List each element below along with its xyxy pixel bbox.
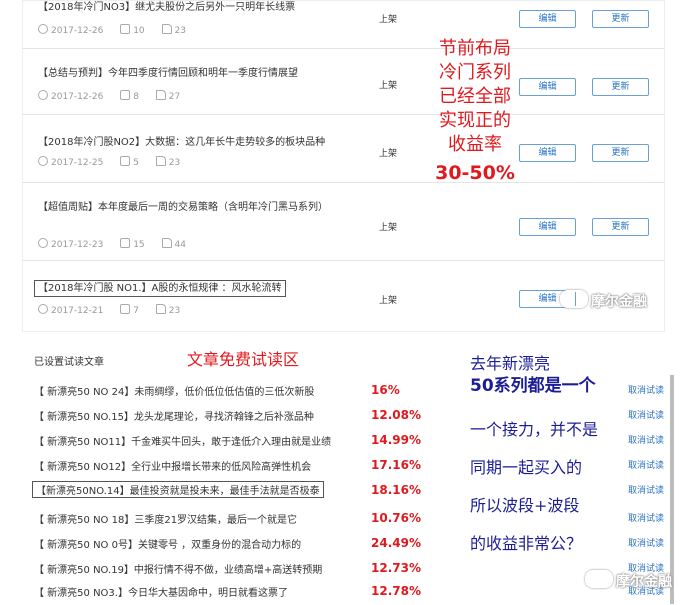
clock-icon [38,304,48,314]
like-count: 23 [168,158,181,168]
article-row: 【超值周贴】本年度最后一周的交易策略（含明年冷门黑马系列） 2017-12-23… [22,182,665,261]
article-meta: 2017-12-23 15 44 [38,238,200,250]
watermark: 摩尔金融 [585,570,672,591]
comment-count: 7 [133,306,139,316]
article-row: 【2018年冷门股NO2】大数据：这几年长牛走势较多的板块品种 2017-12-… [22,114,665,183]
comment-count: 8 [133,92,139,102]
annotation-line: 所以波段+波段 [470,496,580,515]
annotation-line: 收益率 [448,134,502,155]
annotation-line: 实现正的 [439,110,511,131]
like-count: 23 [174,26,186,36]
trial-item-return: 18.16% [371,483,421,497]
annotation-blue-note: 去年新漂亮 50系列都是一个 一个接力，并不是 同期一起买入的 所以波段+波段 … [470,353,640,567]
article-title[interactable]: 【超值周贴】本年度最后一周的交易策略（含明年冷门黑马系列） [38,200,338,215]
annotation-range: 30-50% [435,162,515,184]
comment-count: 5 [133,158,139,168]
article-title[interactable]: 【2018年冷门股 NO1.】A股的永恒规律 ：风水轮流转 [34,280,286,297]
article-meta: 2017-12-25 5 23 [38,156,194,168]
annotation-line: 的收益非常公？ [470,534,583,553]
trial-item-title[interactable]: 【 新漂亮50 NO 24】未雨绸缪，低价低位低估值的三低次新股 [34,383,314,398]
comment-icon [120,90,131,100]
annotation-line: 同期一起买入的 [470,458,583,477]
clock-icon [38,156,48,166]
status-label: 上架 [379,296,398,306]
status-label: 上架 [379,223,398,233]
update-button[interactable]: 更新 [592,78,649,96]
like-icon [155,156,166,166]
free-trial-label: 文章免费试读区 [187,350,300,369]
trial-item-title[interactable]: 【 新漂亮50 NO12】全行业中报增长带来的低风险高弹性机会 [34,458,311,473]
section-divider [0,332,690,342]
annotation-line: 冷门系列 [439,62,511,83]
like-count: 44 [174,240,186,250]
status-label: 上架 [379,15,398,25]
article-meta: 2017-12-26 8 27 [38,90,194,102]
trial-item-return: 16% [371,383,400,397]
clock-icon [38,90,48,100]
like-icon [155,90,166,100]
status-label: 上架 [379,149,398,159]
trial-item-return: 12.73% [371,561,421,575]
like-icon [155,304,166,314]
update-button[interactable]: 更新 [592,218,649,236]
like-icon [161,238,172,248]
trial-item-title[interactable]: 【 新漂亮50 NO11】千金难买牛回头，敢于逢低介入理由就是业绩 [34,433,331,448]
trial-item-title[interactable]: 【 新漂亮50 NO3.】今日华大基因命中，明日就看这票了 [34,584,288,599]
comment-icon [120,304,131,314]
trial-item-title[interactable]: 【 新漂亮50 NO 18】三季度21罗汉结集，最后一个就是它 [34,511,297,526]
status-label: 上架 [379,81,398,91]
article-date: 2017-12-26 [51,92,104,102]
annotation-line: 去年新漂亮 [470,354,551,373]
annotation-top-note: 节前布局 冷门系列 已经全部 实现正的 收益率 30-50% [420,37,530,185]
watermark-logo-icon [585,570,613,588]
comment-icon [120,156,131,166]
annotation-line: 50系列都是一个 [470,376,596,396]
watermark-text: 摩尔金融 [591,294,647,310]
article-title[interactable]: 【总结与预判】今年四季度行情回顾和明年一季度行情展望 [38,66,298,81]
article-title[interactable]: 【2018年冷门NO3】继尤夫股份之后另外一只明年长线票 [38,0,295,15]
watermark: 摩尔金融 [560,290,647,311]
trial-item-return: 12.78% [371,584,421,598]
trial-item-return: 12.08% [371,408,421,422]
trial-item-return: 14.99% [371,433,421,447]
update-button[interactable]: 更新 [592,144,649,162]
comment-icon [120,24,131,34]
article-date: 2017-12-21 [51,306,104,316]
trial-item-return: 10.76% [371,511,421,525]
edit-button[interactable]: 编辑 [519,10,576,28]
edit-button[interactable]: 编辑 [519,218,576,236]
trial-item-return: 24.49% [371,536,421,550]
comment-count: 10 [133,26,145,36]
article-date: 2017-12-25 [51,158,104,168]
watermark-text: 摩尔金融 [616,574,672,590]
trial-item: 【 新漂亮50 NO3.】今日华大基因命中，明日就看这票了 12.78% 取消试… [34,580,674,605]
like-icon [161,24,172,34]
annotation-line: 节前布局 [439,38,511,59]
article-date: 2017-12-23 [51,240,104,250]
article-table: 【2018年冷门NO3】继尤夫股份之后另外一只明年长线票 2017-12-26 … [22,0,665,332]
trial-section-title: 已设置试读文章 [34,357,104,368]
article-date: 2017-12-26 [51,26,104,36]
article-meta: 2017-12-26 10 23 [38,24,200,36]
annotation-line: 已经全部 [439,86,511,107]
comment-count: 15 [133,240,145,250]
trial-item-title[interactable]: 【 新漂亮50 NO.15】龙头龙尾理论，寻找济翰锋之后补涨品种 [34,408,314,423]
comment-icon [120,238,131,248]
article-row: 【2018年冷门NO3】继尤夫股份之后另外一只明年长线票 2017-12-26 … [22,0,665,49]
article-title[interactable]: 【2018年冷门股NO2】大数据：这几年长牛走势较多的板块品种 [38,135,325,150]
watermark-logo-icon [560,290,588,308]
like-count: 23 [168,306,181,316]
article-meta: 2017-12-21 7 23 [38,304,194,316]
trial-item-title[interactable]: 【新漂亮50NO.14】最佳投资就是投未来，最佳手法就是否极泰 [32,481,324,498]
update-button[interactable]: 更新 [592,10,649,28]
trial-item-return: 17.16% [371,458,421,472]
trial-item-title[interactable]: 【 新漂亮50 NO 0号】关键零号 ，双重身份的混合动力标的 [34,536,301,551]
clock-icon [38,238,48,248]
annotation-line: 一个接力，并不是 [470,420,599,439]
clock-icon [38,24,48,34]
like-count: 27 [168,92,181,102]
trial-item-title[interactable]: 【 新漂亮50 NO.19】中报行情不得不做，业绩高增+高送转预期 [34,561,322,576]
article-row: 【总结与预判】今年四季度行情回顾和明年一季度行情展望 2017-12-26 8 … [22,48,665,115]
